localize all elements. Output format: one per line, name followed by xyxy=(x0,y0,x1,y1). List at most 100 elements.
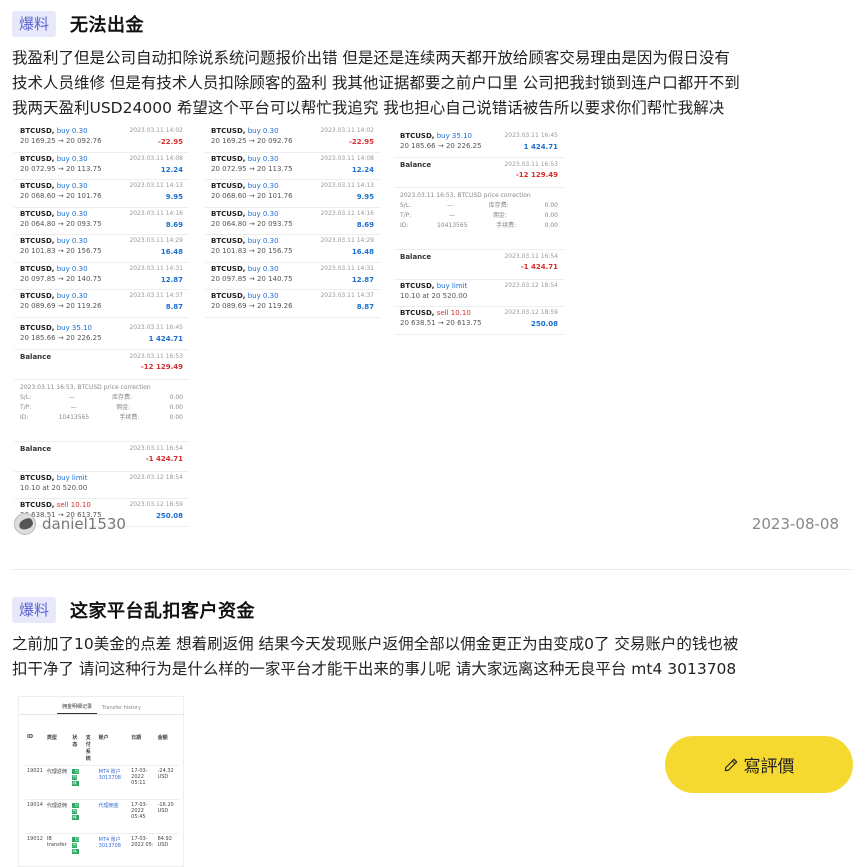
trade-profit: 8.69 xyxy=(356,220,374,229)
post-image-grid[interactable]: BTCUSD, buy 0.30 2023.03.11 14:02 20 169.2… xyxy=(14,125,564,527)
trade-symbol: BTCUSD, xyxy=(20,182,55,190)
table-cell: 已完成 xyxy=(70,798,84,833)
trade-symbol: BTCUSD, xyxy=(20,324,55,332)
trade-symbol: BTCUSD, xyxy=(20,292,55,300)
table-cell: 19021 xyxy=(25,764,45,799)
balance-time: 2023.03.11 16:54 xyxy=(129,444,183,452)
trade-symbol: BTCUSD, xyxy=(211,292,246,300)
trade-profit: 1 424.71 xyxy=(523,143,558,151)
correction-title: 2023.03.11 16:53, BTCUSD price correctio… xyxy=(20,383,151,391)
commission-table: ID 类型 状态 支付系统 账户 日期 金额 19021 代理返佣 已完成 MT4 账户 3013… xyxy=(25,733,179,866)
trade-symbol: BTCUSD, xyxy=(211,264,246,273)
table-header: ID xyxy=(27,734,34,740)
trade-profit: 9.95 xyxy=(356,193,374,201)
screenshot-image[interactable]: BTCUSD, buy 35.10 2023.03.11 16:45 20 185.… xyxy=(14,322,189,527)
trade-row: BTCUSD, buy 0.30 2023.03.11 14:31 20 097.8… xyxy=(14,263,189,290)
post-tag[interactable]: 爆料 xyxy=(12,597,57,623)
table-cell: -16.20 USD xyxy=(155,798,179,833)
trade-time: 2023.03.11 14:16 xyxy=(320,209,374,217)
trade-side: buy limit xyxy=(436,281,468,290)
trade-symbol: BTCUSD, xyxy=(211,127,246,135)
correction-mid: — xyxy=(70,403,77,411)
cell-text: 17-03-2022 05:11 xyxy=(131,767,148,786)
trade-time: 2023.03.11 14:29 xyxy=(320,237,374,244)
trade-side: buy 0.30 xyxy=(247,127,279,135)
post-tag[interactable]: 爆料 xyxy=(12,11,57,37)
screenshot-image[interactable]: BTCUSD, buy 0.30 2023.03.11 14:02 20 169.2… xyxy=(14,125,189,318)
trade-profit: 250.08 xyxy=(530,320,558,328)
screenshot-tab: Transfer history xyxy=(102,705,141,711)
post-title[interactable]: 这家平台乱扣客户资金 xyxy=(70,597,255,623)
cell-text: 19014 xyxy=(27,801,43,808)
screenshot-image[interactable]: BTCUSD, buy 35.10 2023.03.11 16:45 20 185.… xyxy=(394,130,564,335)
balance-row: Balance 2023.03.11 16:54 -1 424.71 xyxy=(394,250,564,280)
screenshot-image[interactable]: 佣金明细记录 Transfer history ID 类型 状态 支付系统 账户 日期 金额… xyxy=(18,696,184,867)
write-review-button[interactable]: 寫評價 xyxy=(665,736,853,793)
trade-profit: 16.48 xyxy=(351,248,374,256)
avatar[interactable] xyxy=(14,513,36,535)
table-header: 日期 xyxy=(131,735,142,741)
cell-text: 17-03-2022 05:45 xyxy=(131,801,148,820)
status-badge: 已完成 xyxy=(72,768,79,786)
correction-key: T/P: xyxy=(400,211,412,219)
trade-side: buy 0.30 xyxy=(247,182,279,190)
table-cell: -24.32 USD xyxy=(155,764,179,799)
trade-time: 2023.03.12 18:59 xyxy=(129,501,183,508)
correction-key: S/L: xyxy=(400,201,412,209)
post-header: 爆料 这家平台乱扣客户资金 xyxy=(12,597,255,623)
cell-text: -24.32 USD xyxy=(157,767,174,780)
table-cell: 17-03-2022 05: xyxy=(129,832,156,866)
trade-side: buy 0.30 xyxy=(247,154,279,163)
balance-time: 2023.03.11 16:54 xyxy=(504,252,558,260)
trade-price: 20 097.85 → 20 140.75 xyxy=(20,274,102,283)
trade-profit: 8.69 xyxy=(165,220,183,229)
trade-row: BTCUSD, buy limit 2023.03.12 18:54 10.10 a… xyxy=(394,280,564,307)
trade-side: buy limit xyxy=(56,473,88,482)
trade-profit: 8.87 xyxy=(356,303,374,311)
trade-price: 20 097.85 → 20 140.75 xyxy=(211,274,293,283)
post-title[interactable]: 无法出金 xyxy=(70,11,144,37)
author-name[interactable]: daniel1530 xyxy=(42,515,126,533)
trade-price: 20 064.80 → 20 093.75 xyxy=(211,219,293,228)
cell-text: -16.20 USD xyxy=(157,801,174,814)
author-info[interactable]: daniel1530 xyxy=(14,513,126,535)
trade-row: BTCUSD, buy 0.30 2023.03.11 14:02 20 169.2… xyxy=(205,125,380,153)
table-header: 金额 xyxy=(157,735,168,741)
table-cell: 17-03-2022 05:11 xyxy=(129,764,156,799)
balance-amount: -12 129.49 xyxy=(515,170,558,179)
price-correction: 2023.03.11 16:53, BTCUSD price correctio… xyxy=(394,188,564,250)
trade-profit: 9.95 xyxy=(165,193,183,201)
balance-row: Balance 2023.03.11 16:54 -1 424.71 xyxy=(14,442,189,472)
trade-row: BTCUSD, buy 0.30 2023.03.11 14:37 20 089.6… xyxy=(205,290,380,318)
table-header: 状态 xyxy=(72,735,78,748)
cell-text: MT4 账户 3013708 xyxy=(98,768,121,781)
balance-amount: -1 424.71 xyxy=(520,262,558,271)
correction-row: T/P: — 佣金: 0.00 xyxy=(20,403,183,413)
correction-key: ID: xyxy=(400,221,409,229)
trade-symbol: BTCUSD, xyxy=(20,127,55,135)
trade-side: sell 10.10 xyxy=(436,309,471,317)
cell-text: 19021 xyxy=(27,767,43,774)
trade-price: 20 072.95 → 20 113.75 xyxy=(211,164,293,173)
cell-text: 代理返佣 xyxy=(46,802,67,809)
trade-symbol: BTCUSD, xyxy=(400,281,435,290)
correction-mid: — xyxy=(447,201,453,209)
trade-time: 2023.03.11 14:16 xyxy=(129,209,183,217)
correction-row: S/L: — 库存费: 0.00 xyxy=(400,201,558,211)
trade-row: BTCUSD, buy 0.30 2023.03.11 14:02 20 169.2… xyxy=(14,125,189,153)
correction-key: S/L: xyxy=(20,393,32,401)
trade-symbol: BTCUSD, xyxy=(211,154,246,163)
trade-profit: 12.87 xyxy=(351,275,374,284)
correction-mid: — xyxy=(449,211,456,219)
post-header: 爆料 无法出金 xyxy=(12,11,144,37)
post-date: 2023-08-08 xyxy=(751,515,839,533)
correction-value: 0.00 xyxy=(544,221,558,229)
trade-symbol: BTCUSD, xyxy=(20,473,55,482)
post-body: 之前加了10美金的点差 想着刷返佣 结果今天发现账户返佣全部以佣金更正为由变成0… xyxy=(12,632,857,682)
trade-side: buy 35.10 xyxy=(436,132,472,140)
correction-mid: 10413565 xyxy=(58,413,90,421)
screenshot-image[interactable]: BTCUSD, buy 0.30 2023.03.11 14:02 20 169.2… xyxy=(205,125,380,318)
table-cell: IB transfer xyxy=(44,832,71,866)
trade-price: 20 064.80 → 20 093.75 xyxy=(20,219,102,228)
correction-row: T/P: — 佣金: 0.00 xyxy=(400,211,558,221)
